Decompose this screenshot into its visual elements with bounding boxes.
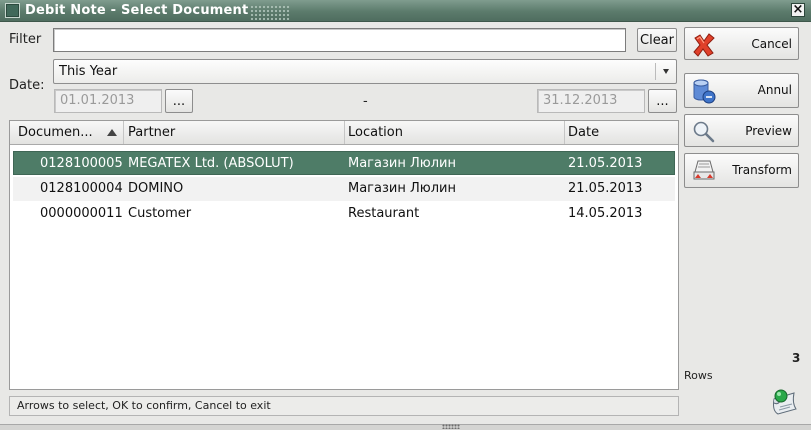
cell-document: 0128100004 — [40, 181, 123, 196]
date-to-picker-button[interactable]: ... — [648, 89, 677, 113]
cell-location: Restaurant — [348, 206, 420, 221]
annul-button[interactable]: Annul — [684, 73, 799, 108]
scroll-ok-icon[interactable] — [768, 385, 802, 417]
preview-label: Preview — [745, 124, 792, 138]
cell-partner: Customer — [128, 206, 192, 221]
chevron-down-icon[interactable] — [663, 69, 669, 74]
title-bar: Debit Note - Select Document × — [0, 0, 811, 22]
status-bar: Arrows to select, OK to confirm, Cancel … — [9, 396, 679, 416]
date-period-select[interactable]: This Year — [53, 59, 677, 84]
transform-label: Transform — [732, 163, 792, 177]
transform-icon — [693, 160, 715, 180]
rows-count: 3 — [792, 351, 801, 365]
magnifier-icon — [693, 121, 715, 143]
red-x-icon — [693, 33, 715, 57]
date-to-field[interactable]: 31.12.2013 — [537, 89, 645, 113]
table-row[interactable]: 0128100004 DOMINO Магазин Люлин 21.05.20… — [13, 177, 675, 201]
cell-date: 21.05.2013 — [568, 181, 643, 196]
cell-location: Магазин Люлин — [348, 181, 456, 196]
column-header-document[interactable]: Documen... — [10, 121, 124, 144]
column-header-location[interactable]: Location — [345, 121, 565, 144]
date-from-picker-button[interactable]: ... — [165, 89, 193, 113]
filter-input[interactable] — [53, 28, 626, 52]
cell-partner: MEGATEX Ltd. (ABSOLUT) — [128, 156, 294, 171]
titlebar-grip — [250, 5, 290, 20]
date-period-value: This Year — [59, 64, 118, 79]
close-window-button[interactable]: × — [791, 3, 805, 17]
rows-label: Rows — [684, 369, 713, 382]
cancel-button[interactable]: Cancel — [684, 27, 799, 60]
sort-ascending-icon — [107, 129, 117, 136]
filter-label: Filter — [9, 32, 42, 47]
table-row[interactable]: 0128100005 MEGATEX Ltd. (ABSOLUT) Магази… — [13, 151, 675, 175]
resize-grip[interactable] — [442, 424, 460, 429]
clear-button[interactable]: Clear — [637, 28, 677, 52]
documents-table[interactable]: Documen... Partner Location Date 0128100… — [9, 120, 679, 390]
table-header: Documen... Partner Location Date — [10, 121, 678, 145]
date-label: Date: — [9, 78, 45, 93]
cell-document: 0000000011 — [40, 206, 123, 221]
window-bottom-border — [0, 424, 811, 430]
date-range-separator: - — [363, 94, 368, 109]
column-header-date[interactable]: Date — [565, 121, 678, 144]
annul-label: Annul — [757, 83, 792, 97]
database-icon — [693, 79, 716, 104]
cell-document: 0128100005 — [40, 156, 123, 171]
cancel-label: Cancel — [751, 37, 792, 51]
cell-location: Магазин Люлин — [348, 156, 456, 171]
window-title: Debit Note - Select Document — [25, 3, 249, 18]
transform-button[interactable]: Transform — [684, 153, 799, 188]
cell-partner: DOMINO — [128, 181, 184, 196]
cell-date: 21.05.2013 — [568, 156, 643, 171]
cell-date: 14.05.2013 — [568, 206, 643, 221]
preview-button[interactable]: Preview — [684, 114, 799, 147]
column-header-partner[interactable]: Partner — [124, 121, 345, 144]
combo-separator — [655, 63, 656, 80]
date-from-field[interactable]: 01.01.2013 — [54, 89, 162, 113]
table-row[interactable]: 0000000011 Customer Restaurant 14.05.201… — [13, 202, 675, 226]
window-menu-icon[interactable] — [5, 3, 20, 18]
